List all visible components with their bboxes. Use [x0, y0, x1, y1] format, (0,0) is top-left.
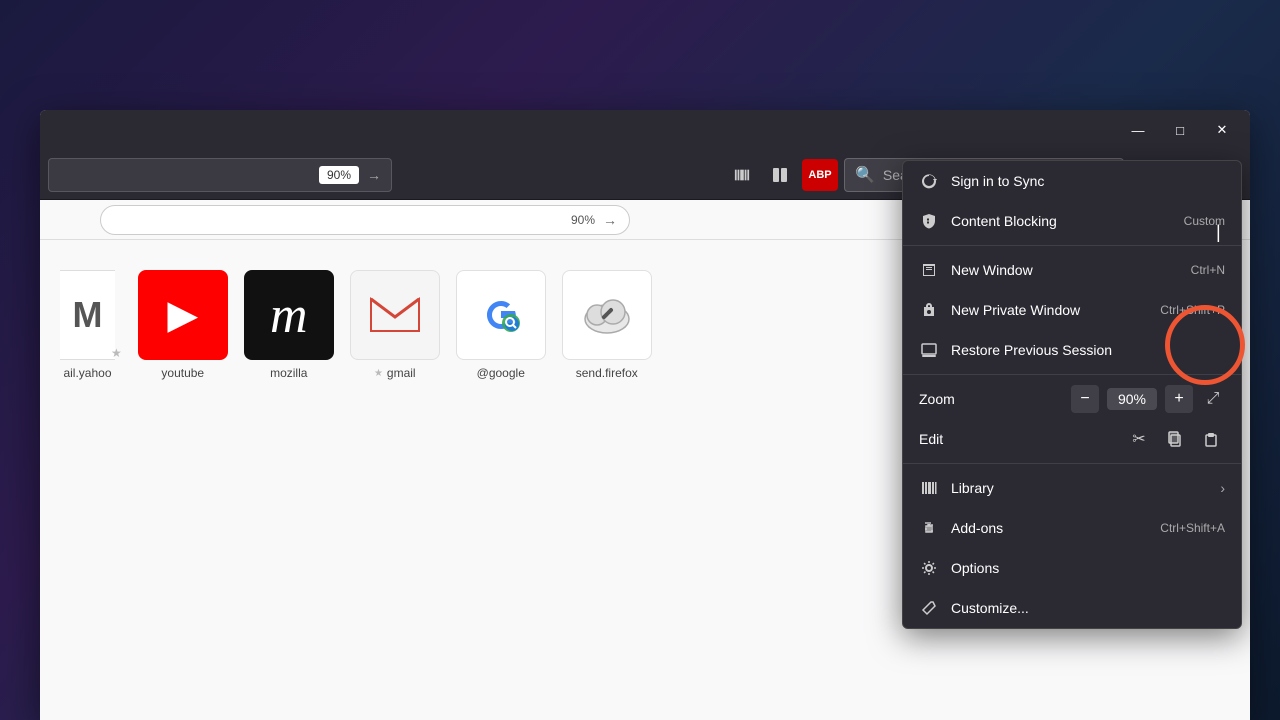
new-window-label: New Window: [951, 262, 1179, 278]
menu-item-library[interactable]: Library ›: [903, 468, 1241, 508]
title-bar: — □ ✕: [40, 110, 1250, 150]
menu-item-sign-in-sync[interactable]: Sign in to Sync: [903, 161, 1241, 201]
shortcut-gmail[interactable]: ★ gmail: [350, 270, 440, 380]
shortcut-mozilla[interactable]: m mozilla: [244, 270, 334, 380]
adblock-label: ABP: [808, 169, 831, 181]
new-window-shortcut: Ctrl+N: [1191, 263, 1225, 277]
browser-window: — □ ✕ 90% → ABP 🔍: [40, 110, 1250, 720]
new-private-window-shortcut: Ctrl+Shift+P: [1160, 303, 1225, 317]
new-private-window-label: New Private Window: [951, 302, 1148, 318]
reader-mode-button[interactable]: [764, 159, 796, 191]
mail-icon: M: [60, 270, 115, 360]
menu-item-customize[interactable]: Customize...: [903, 588, 1241, 628]
sync-icon: [919, 171, 939, 191]
menu-item-content-blocking[interactable]: Content Blocking Custom: [903, 201, 1241, 241]
options-label: Options: [951, 560, 1225, 576]
library-label: Library: [951, 480, 1208, 496]
options-icon: [919, 558, 939, 578]
divider-3: [903, 463, 1241, 464]
send-firefox-label: send.firefox: [576, 366, 638, 380]
content-blocking-badge: Custom: [1184, 214, 1225, 228]
cut-icon[interactable]: ✂: [1125, 425, 1153, 453]
adblock-button[interactable]: ABP: [802, 159, 838, 191]
addons-icon: [919, 518, 939, 538]
edit-icons: ✂: [1125, 425, 1225, 453]
address-arrow: →: [603, 212, 617, 228]
close-button[interactable]: ✕: [1202, 115, 1242, 145]
copy-icon[interactable]: [1161, 425, 1189, 453]
shield-icon: [919, 211, 939, 231]
edit-row: Edit ✂: [903, 419, 1241, 459]
addons-label: Add-ons: [951, 520, 1148, 536]
youtube-label: youtube: [161, 366, 204, 380]
edit-label: Edit: [919, 431, 1113, 447]
send-firefox-icon: [562, 270, 652, 360]
shortcut-partial-mail[interactable]: M ail.yahoo: [60, 270, 115, 380]
mozilla-icon: m: [244, 270, 334, 360]
zoom-label: Zoom: [919, 391, 1063, 407]
divider-1: [903, 245, 1241, 246]
zoom-value: 90%: [1107, 388, 1157, 410]
gmail-label-row: ★ gmail: [374, 366, 416, 380]
address-input[interactable]: 90% →: [100, 205, 630, 235]
zoom-badge: 90%: [319, 166, 359, 184]
gmail-label: gmail: [387, 366, 416, 380]
url-bar[interactable]: 90% →: [48, 158, 392, 192]
zoom-row: Zoom − 90% + ⤢: [903, 379, 1241, 419]
menu-item-addons[interactable]: Add-ons Ctrl+Shift+A: [903, 508, 1241, 548]
restore-session-label: Restore Previous Session: [951, 342, 1225, 358]
menu-item-new-window[interactable]: New Window Ctrl+N: [903, 250, 1241, 290]
shortcut-youtube[interactable]: ▶ youtube: [138, 270, 228, 380]
dropdown-menu: Sign in to Sync Content Blocking Custom …: [902, 160, 1242, 629]
content-blocking-label: Content Blocking: [951, 213, 1172, 229]
paste-icon[interactable]: [1197, 425, 1225, 453]
customize-label: Customize...: [951, 600, 1225, 616]
library-icon-button[interactable]: [726, 159, 758, 191]
library-arrow: ›: [1220, 480, 1225, 496]
menu-item-new-private-window[interactable]: New Private Window Ctrl+Shift+P: [903, 290, 1241, 330]
gmail-star: ★: [374, 368, 383, 379]
zoom-expand-icon[interactable]: ⤢: [1201, 387, 1225, 411]
mozilla-label: mozilla: [270, 366, 307, 380]
shortcut-send-firefox[interactable]: send.firefox: [562, 270, 652, 380]
address-zoom: 90%: [571, 213, 595, 227]
maximize-button[interactable]: □: [1160, 115, 1200, 145]
minimize-button[interactable]: —: [1118, 115, 1158, 145]
private-window-icon: [919, 300, 939, 320]
addons-shortcut: Ctrl+Shift+A: [1160, 521, 1225, 535]
youtube-icon: ▶: [138, 270, 228, 360]
zoom-decrease-button[interactable]: −: [1071, 385, 1099, 413]
customize-icon: [919, 598, 939, 618]
new-window-icon: [919, 260, 939, 280]
zoom-increase-button[interactable]: +: [1165, 385, 1193, 413]
search-icon: 🔍: [855, 165, 875, 185]
mail-star: ★: [111, 346, 122, 380]
google-icon: [456, 270, 546, 360]
shortcut-google[interactable]: @google: [456, 270, 546, 380]
google-label: @google: [477, 366, 525, 380]
url-arrow: →: [367, 167, 381, 183]
library-icon: [919, 478, 939, 498]
gmail-icon: [350, 270, 440, 360]
menu-item-options[interactable]: Options: [903, 548, 1241, 588]
sign-in-sync-label: Sign in to Sync: [951, 173, 1225, 189]
restore-session-icon: [919, 340, 939, 360]
mail-label: ail.yahoo: [63, 366, 111, 380]
divider-2: [903, 374, 1241, 375]
menu-item-restore-session[interactable]: Restore Previous Session: [903, 330, 1241, 370]
